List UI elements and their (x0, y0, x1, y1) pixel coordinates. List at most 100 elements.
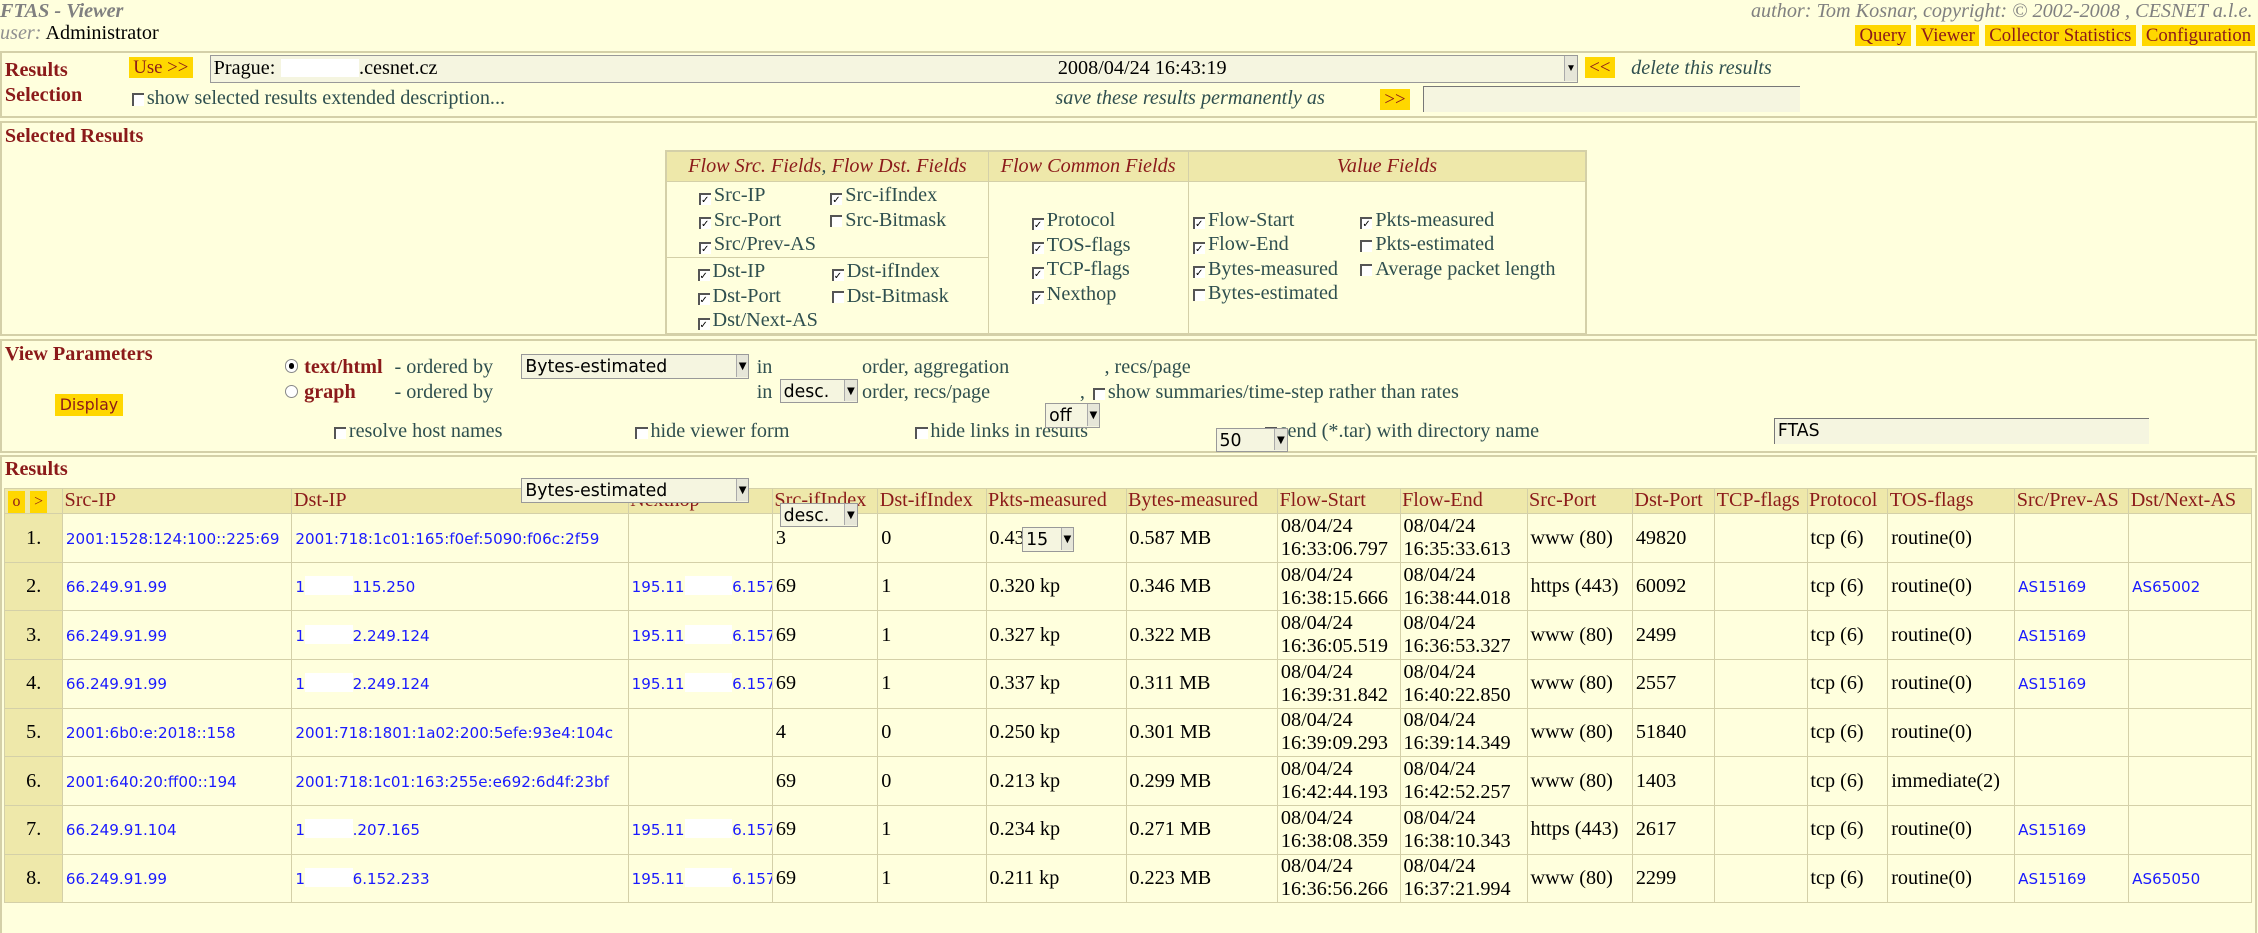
column-header-dst-next-as[interactable]: Dst/Next-AS (2128, 487, 2252, 515)
column-header-src-prev-as[interactable]: Src/Prev-AS (2014, 487, 2130, 515)
src-as-link[interactable]: AS15169 (2018, 578, 2086, 596)
checkbox[interactable] (1192, 217, 1206, 230)
radio[interactable] (284, 384, 299, 399)
dst-ip-link[interactable]: 1 2.249.124 (295, 673, 430, 693)
dst-ip-link[interactable]: 1 115.250 (295, 576, 415, 596)
checkbox[interactable] (1031, 291, 1044, 304)
checkbox[interactable] (697, 268, 710, 281)
column-header-src-port[interactable]: Src-Port (1526, 487, 1633, 515)
dst-ip-link[interactable]: 1 .207.165 (295, 819, 420, 839)
field-src-port[interactable]: Src-Port (698, 208, 781, 233)
checkbox[interactable] (1360, 217, 1373, 230)
next-page-button[interactable]: > (29, 491, 48, 513)
field-src-ip[interactable]: Src-IP (698, 183, 766, 208)
field-flow-end[interactable]: Flow-End (1192, 232, 1289, 257)
src-ip-link[interactable]: 66.249.91.99 (66, 675, 167, 693)
results-select[interactable]: Prague: .cesnet.cz 2008/04/24 16:43:19 ▼ (209, 55, 1578, 83)
checkbox[interactable] (333, 426, 346, 439)
src-ip-link[interactable]: 66.249.91.99 (66, 870, 167, 888)
order-by-select-graph[interactable]: Bytes-estimated ▼ (521, 478, 750, 503)
src-ip-link[interactable]: 66.249.91.99 (66, 578, 167, 596)
field-dst-ifindex[interactable]: Dst-ifIndex (831, 259, 940, 284)
checkbox[interactable] (831, 291, 844, 304)
save-name-input[interactable] (1423, 85, 1800, 112)
show-extended-option[interactable]: show selected results extended descripti… (131, 87, 505, 110)
mode-text-html-radio[interactable]: text/html (284, 356, 383, 379)
dst-ip-link[interactable]: 2001:718:1801:1a02:200:5efe:93e4:104c (295, 724, 613, 742)
dst-ip-link[interactable]: 1 2.249.124 (295, 624, 430, 645)
src-ip-link[interactable]: 2001:6b0:e:2018::158 (66, 724, 236, 742)
field-protocol[interactable]: Protocol (1031, 208, 1186, 233)
checkbox[interactable] (697, 293, 710, 306)
column-header-tos-flags[interactable]: TOS-flags (1887, 487, 2016, 515)
dst-as-link[interactable]: AS65002 (2132, 578, 2200, 596)
column-header-dst-ifindex[interactable]: Dst-ifIndex (877, 487, 987, 515)
hide-viewer-form-option[interactable]: hide viewer form (635, 420, 789, 443)
field-pkts-estimated[interactable]: Pkts-estimated (1360, 232, 1494, 257)
send-tar-option[interactable]: send (*.tar) with directory name (1264, 420, 1539, 443)
checkbox[interactable] (698, 241, 712, 254)
checkbox[interactable] (1031, 217, 1044, 230)
nexthop-link[interactable]: 195.11 6.157 (632, 624, 771, 645)
src-as-link[interactable]: AS15169 (2018, 627, 2086, 645)
column-header-flow-end[interactable]: Flow-End (1399, 487, 1528, 515)
field-nexthop[interactable]: Nexthop (1031, 282, 1186, 307)
src-as-link[interactable]: AS15169 (2018, 675, 2086, 693)
src-ip-link[interactable]: 66.249.91.99 (66, 627, 167, 645)
nav-viewer[interactable]: Viewer (1916, 24, 1980, 47)
display-button[interactable]: Display (55, 394, 123, 417)
order-by-select-text[interactable]: Bytes-estimated ▼ (521, 354, 750, 379)
checkbox[interactable] (830, 192, 843, 205)
order-direction-select-graph[interactable]: desc. ▼ (779, 502, 858, 528)
checkbox[interactable] (915, 426, 928, 439)
delete-button[interactable]: << (1584, 56, 1615, 79)
use-button[interactable]: Use >> (128, 56, 193, 79)
resolve-host-names-option[interactable]: resolve host names (333, 420, 502, 443)
field-bytes-measured[interactable]: Bytes-measured (1192, 257, 1338, 282)
checkbox[interactable] (698, 217, 712, 230)
save-button[interactable]: >> (1380, 88, 1410, 111)
field-tcp-flags[interactable]: TCP-flags (1031, 257, 1186, 282)
src-ip-link[interactable]: 2001:1528:124:100::225:69 (66, 530, 280, 548)
src-ip-link[interactable]: 2001:640:20:ff00::194 (66, 773, 237, 791)
checkbox[interactable] (1360, 239, 1373, 252)
checkbox[interactable] (697, 317, 710, 330)
directory-name-input[interactable] (1774, 417, 2150, 444)
field-dst-port[interactable]: Dst-Port (697, 284, 781, 309)
checkbox[interactable] (698, 192, 712, 205)
dst-as-link[interactable]: AS65050 (2132, 870, 2200, 888)
checkbox[interactable] (1192, 266, 1206, 279)
checkbox[interactable] (1360, 264, 1373, 277)
field-tos-flags[interactable]: TOS-flags (1031, 233, 1186, 258)
src-as-link[interactable]: AS15169 (2018, 821, 2086, 839)
nexthop-link[interactable]: 195.11 6.157 (632, 673, 771, 693)
checkbox[interactable] (1192, 288, 1206, 301)
field-src-ifindex[interactable]: Src-ifIndex (830, 183, 937, 208)
field-dst-ip[interactable]: Dst-IP (697, 259, 765, 284)
src-ip-link[interactable]: 66.249.91.104 (66, 821, 177, 839)
aggregation-select[interactable]: off ▼ (1045, 403, 1101, 428)
first-page-button[interactable]: o (8, 491, 25, 513)
field-src-bitmask[interactable]: Src-Bitmask (830, 208, 946, 233)
field-dst-bitmask[interactable]: Dst-Bitmask (831, 284, 949, 309)
order-direction-select-text[interactable]: desc. ▼ (779, 378, 858, 404)
column-header-protocol[interactable]: Protocol (1806, 487, 1889, 515)
nexthop-link[interactable]: 195.11 6.157 (632, 819, 771, 839)
radio[interactable] (284, 358, 299, 373)
nav-query[interactable]: Query (1855, 24, 1911, 47)
column-header-src-ip[interactable]: Src-IP (62, 487, 293, 515)
field-dst-next-as[interactable]: Dst/Next-AS (697, 308, 818, 333)
field-src-prev-as[interactable]: Src/Prev-AS (698, 232, 816, 257)
column-header-pkts-measured[interactable]: Pkts-measured (985, 487, 1127, 515)
checkbox[interactable] (131, 93, 144, 106)
field-average-packet-length[interactable]: Average packet length (1360, 257, 1555, 282)
checkbox[interactable] (1192, 241, 1206, 254)
nav-configuration[interactable]: Configuration (2141, 24, 2256, 47)
graph-recs-per-page-select[interactable]: 15 ▼ (1022, 527, 1075, 552)
show-summaries-option[interactable]: show summaries/time-step rather than rat… (1092, 381, 1459, 404)
mode-graph-radio[interactable]: graph (284, 381, 356, 404)
field-bytes-estimated[interactable]: Bytes-estimated (1192, 281, 1338, 306)
recs-per-page-select[interactable]: 50 ▼ (1215, 427, 1288, 453)
checkbox[interactable] (1092, 387, 1105, 400)
column-header-dst-port[interactable]: Dst-Port (1631, 487, 1716, 515)
